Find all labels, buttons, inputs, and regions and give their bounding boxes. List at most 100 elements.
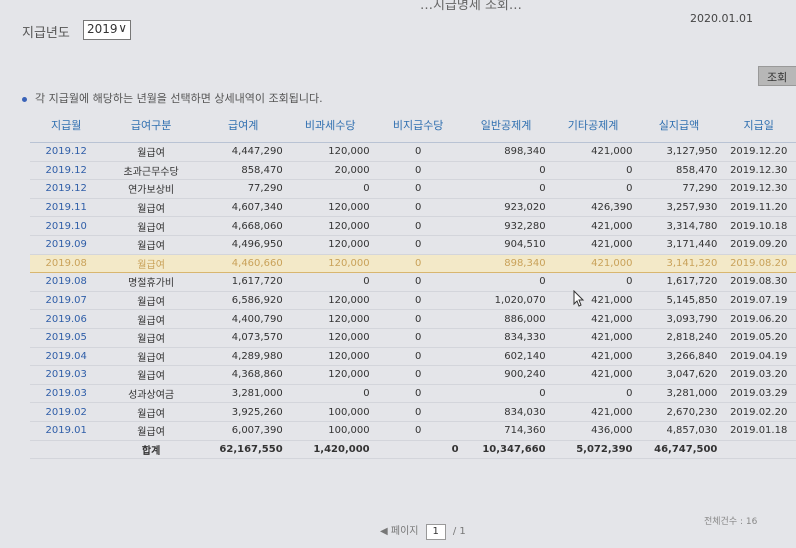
year-select-value: 2019 bbox=[87, 22, 118, 36]
table-row[interactable]: 2019.10 월급여 4,668,060 120,000 0 932,280 421,00… bbox=[30, 216, 796, 236]
cell-nonpay: 0 bbox=[373, 253, 463, 274]
cell-nontax: 120,000 bbox=[286, 253, 374, 274]
pagination: ◀ 페이지 1 / 1 bbox=[380, 522, 466, 540]
table-row[interactable]: 2019.03 월급여 4,368,860 120,000 0 900,240 421,00… bbox=[30, 365, 796, 385]
cell-month[interactable]: 2019.12 bbox=[30, 161, 103, 181]
cell-deduction: 898,340 bbox=[462, 142, 550, 162]
cell-month[interactable]: 2019.07 bbox=[30, 291, 103, 311]
cell-other-deduction: 0 bbox=[549, 384, 637, 404]
cell-other-deduction: 421,000 bbox=[549, 309, 637, 329]
cell-nonpay: 0 bbox=[373, 421, 463, 441]
total-cell-paydate bbox=[721, 440, 796, 460]
cell-deduction: 898,340 bbox=[462, 253, 550, 274]
table-row[interactable]: 2019.12 연가보상비 77,290 0 0 0 0 77,290 2019.12.30 bbox=[30, 179, 796, 199]
cell-nontax: 120,000 bbox=[286, 309, 374, 329]
cell-paydate: 2019.08.20 bbox=[721, 253, 796, 274]
cell-nonpay: 0 bbox=[373, 347, 463, 367]
cell-type: 명절휴가비 bbox=[102, 272, 200, 292]
cell-deduction: 0 bbox=[462, 179, 550, 199]
table-row[interactable]: 2019.12 월급여 4,447,290 120,000 0 898,340 421,00… bbox=[30, 142, 796, 162]
table-header-row: 지급월 급여구분 급여계 비과세수당 비지급수당 일반공제계 기타공제계 실지급… bbox=[30, 108, 796, 143]
cell-paydate: 2019.05.20 bbox=[721, 328, 796, 348]
cell-month[interactable]: 2019.08 bbox=[30, 272, 103, 292]
page-input[interactable]: 1 bbox=[425, 524, 446, 540]
cell-nontax: 120,000 bbox=[286, 365, 374, 385]
table-row[interactable]: 2019.02 월급여 3,925,260 100,000 0 834,030 421,00… bbox=[30, 402, 796, 422]
top-bar: …지급명세 조회… 2020.01.01 지급년도 2019 ∨ bbox=[0, 0, 796, 56]
cell-type: 월급여 bbox=[102, 253, 200, 274]
total-cell-month bbox=[30, 440, 103, 460]
table-row[interactable]: 2019.06 월급여 4,400,790 120,000 0 886,000 421,00… bbox=[30, 309, 796, 329]
cell-other-deduction: 421,000 bbox=[549, 235, 637, 255]
cell-deduction: 886,000 bbox=[462, 309, 550, 329]
col-other-deduction: 기타공제계 bbox=[549, 108, 637, 143]
cell-month[interactable]: 2019.05 bbox=[30, 328, 103, 348]
cell-other-deduction: 421,000 bbox=[549, 347, 637, 367]
table-row[interactable]: 2019.03 성과상여금 3,281,000 0 0 0 0 3,281,000 2019.0… bbox=[30, 384, 796, 404]
table-row[interactable]: 2019.07 월급여 6,586,920 120,000 0 1,020,070 421,… bbox=[30, 291, 796, 311]
table-row[interactable]: 2019.09 월급여 4,496,950 120,000 0 904,510 421,00… bbox=[30, 235, 796, 255]
cell-other-deduction: 421,000 bbox=[549, 402, 637, 422]
search-button[interactable]: 조회 bbox=[758, 66, 796, 86]
cell-month[interactable]: 2019.11 bbox=[30, 198, 103, 218]
cell-month[interactable]: 2019.10 bbox=[30, 216, 103, 236]
cell-month[interactable]: 2019.09 bbox=[30, 235, 103, 255]
table-row[interactable]: 2019.08 명절휴가비 1,617,720 0 0 0 0 1,617,720 2019.0… bbox=[30, 272, 796, 292]
cell-other-deduction: 0 bbox=[549, 161, 637, 181]
info-text: 각 지급월에 해당하는 년월을 선택하면 상세내역이 조회됩니다. bbox=[35, 92, 323, 105]
table-row[interactable]: 2019.08 월급여 4,460,660 120,000 0 898,340 421,00… bbox=[30, 253, 796, 274]
cell-net: 4,857,030 bbox=[636, 421, 722, 441]
pager-total: / 1 bbox=[452, 526, 466, 537]
table-row[interactable]: 2019.11 월급여 4,607,340 120,000 0 923,020 426,39… bbox=[30, 198, 796, 218]
cell-nontax: 0 bbox=[286, 179, 374, 199]
total-cell-gross: 62,167,550 bbox=[199, 440, 287, 460]
cell-paydate: 2019.08.30 bbox=[721, 272, 796, 292]
cell-month[interactable]: 2019.08 bbox=[30, 253, 103, 274]
cell-type: 성과상여금 bbox=[102, 384, 200, 404]
cell-net: 1,617,720 bbox=[636, 272, 722, 292]
cell-type: 월급여 bbox=[102, 421, 200, 441]
cell-month[interactable]: 2019.02 bbox=[30, 402, 103, 422]
cell-gross: 4,460,660 bbox=[199, 253, 287, 274]
cell-month[interactable]: 2019.04 bbox=[30, 347, 103, 367]
cell-month[interactable]: 2019.06 bbox=[30, 309, 103, 329]
cell-nonpay: 0 bbox=[373, 402, 463, 422]
cell-nonpay: 0 bbox=[373, 272, 463, 292]
cell-nontax: 0 bbox=[286, 272, 374, 292]
year-select[interactable]: 2019 ∨ bbox=[83, 20, 131, 40]
total-cell-net: 46,747,500 bbox=[636, 440, 722, 460]
cell-net: 3,257,930 bbox=[636, 198, 722, 218]
table-row[interactable]: 2019.04 월급여 4,289,980 120,000 0 602,140 421,00… bbox=[30, 347, 796, 367]
info-message: 각 지급월에 해당하는 년월을 선택하면 상세내역이 조회됩니다. bbox=[22, 90, 323, 106]
cell-month[interactable]: 2019.03 bbox=[30, 384, 103, 404]
pager-prev-icon[interactable]: ◀ bbox=[380, 526, 388, 537]
col-month: 지급월 bbox=[30, 108, 103, 143]
cell-nontax: 120,000 bbox=[286, 291, 374, 311]
cell-month[interactable]: 2019.12 bbox=[30, 142, 103, 162]
cell-paydate: 2019.12.20 bbox=[721, 142, 796, 162]
cell-other-deduction: 0 bbox=[549, 272, 637, 292]
cell-other-deduction: 436,000 bbox=[549, 421, 637, 441]
total-row: 합계 62,167,550 1,420,000 0 10,347,660 5,072,39… bbox=[30, 440, 796, 460]
cell-deduction: 1,020,070 bbox=[462, 291, 550, 311]
table-row[interactable]: 2019.01 월급여 6,007,390 100,000 0 714,360 436,00… bbox=[30, 421, 796, 441]
cell-nontax: 120,000 bbox=[286, 235, 374, 255]
cell-gross: 6,007,390 bbox=[199, 421, 287, 441]
cell-gross: 3,925,260 bbox=[199, 402, 287, 422]
cell-type: 월급여 bbox=[102, 365, 200, 385]
cell-month[interactable]: 2019.01 bbox=[30, 421, 103, 441]
table-row[interactable]: 2019.12 초과근무수당 858,470 20,000 0 0 0 858,470 2019… bbox=[30, 161, 796, 181]
cell-type: 월급여 bbox=[102, 142, 200, 162]
cell-net: 858,470 bbox=[636, 161, 722, 181]
table-row[interactable]: 2019.05 월급여 4,073,570 120,000 0 834,330 421,00… bbox=[30, 328, 796, 348]
cell-nontax: 120,000 bbox=[286, 328, 374, 348]
total-cell-other-deduction: 5,072,390 bbox=[549, 440, 637, 460]
cell-month[interactable]: 2019.12 bbox=[30, 179, 103, 199]
cell-gross: 4,607,340 bbox=[199, 198, 287, 218]
cell-other-deduction: 426,390 bbox=[549, 198, 637, 218]
total-count: 전체건수 : 16 bbox=[704, 517, 758, 527]
cell-paydate: 2019.09.20 bbox=[721, 235, 796, 255]
cell-deduction: 714,360 bbox=[462, 421, 550, 441]
cell-paydate: 2019.01.18 bbox=[721, 421, 796, 441]
cell-month[interactable]: 2019.03 bbox=[30, 365, 103, 385]
